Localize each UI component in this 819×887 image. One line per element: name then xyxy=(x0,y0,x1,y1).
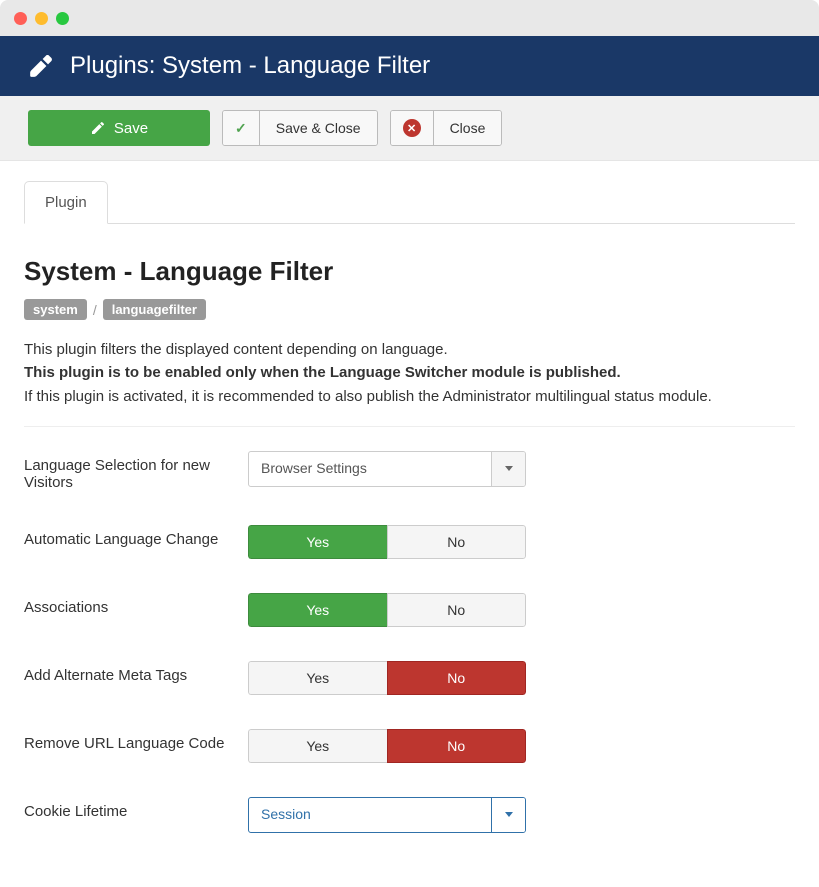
check-icon: ✓ xyxy=(223,111,260,145)
close-icon: ✕ xyxy=(391,111,434,145)
save-button-label: Save xyxy=(114,120,148,137)
field-cookie-lifetime: Cookie Lifetime Session xyxy=(24,797,795,833)
toggle-associations-no[interactable]: No xyxy=(387,593,527,627)
desc-line-3: If this plugin is activated, it is recom… xyxy=(24,385,795,408)
toggle-auto-change: Yes No xyxy=(248,525,526,559)
plugin-description: This plugin filters the displayed conten… xyxy=(24,338,795,408)
close-button[interactable]: ✕ Close xyxy=(390,110,503,146)
field-remove-url: Remove URL Language Code Yes No xyxy=(24,729,795,763)
breadcrumb-badges: system / languagefilter xyxy=(24,299,795,320)
select-language-selection-value: Browser Settings xyxy=(249,452,491,486)
toggle-auto-change-yes[interactable]: Yes xyxy=(248,525,387,559)
desc-line-1: This plugin filters the displayed conten… xyxy=(24,338,795,361)
badge-folder: system xyxy=(24,299,87,320)
window-titlebar xyxy=(0,0,819,36)
label-language-selection: Language Selection for new Visitors xyxy=(24,451,248,491)
window-close-button[interactable] xyxy=(14,12,27,25)
toggle-alt-meta: Yes No xyxy=(248,661,526,695)
field-auto-change: Automatic Language Change Yes No xyxy=(24,525,795,559)
toggle-alt-meta-yes[interactable]: Yes xyxy=(248,661,387,695)
toggle-auto-change-no[interactable]: No xyxy=(387,525,527,559)
toggle-associations-yes[interactable]: Yes xyxy=(248,593,387,627)
save-close-label[interactable]: Save & Close xyxy=(260,111,377,145)
select-language-selection[interactable]: Browser Settings xyxy=(248,451,526,487)
toggle-associations: Yes No xyxy=(248,593,526,627)
content-area: Plugin System - Language Filter system /… xyxy=(0,161,819,887)
toggle-remove-url: Yes No xyxy=(248,729,526,763)
toggle-remove-url-no[interactable]: No xyxy=(387,729,527,763)
badge-element: languagefilter xyxy=(103,299,206,320)
save-button[interactable]: Save xyxy=(28,110,210,146)
page-header-title: Plugins: System - Language Filter xyxy=(70,52,430,80)
window-minimize-button[interactable] xyxy=(35,12,48,25)
plugin-title: System - Language Filter xyxy=(24,256,795,287)
divider xyxy=(24,426,795,427)
tab-bar: Plugin xyxy=(24,181,795,224)
toolbar: Save ✓ Save & Close ✕ Close xyxy=(0,96,819,161)
plug-icon xyxy=(28,53,54,79)
toggle-alt-meta-no[interactable]: No xyxy=(387,661,527,695)
window-maximize-button[interactable] xyxy=(56,12,69,25)
label-alt-meta: Add Alternate Meta Tags xyxy=(24,661,248,684)
close-label[interactable]: Close xyxy=(434,111,502,145)
pencil-icon xyxy=(90,120,106,136)
field-alt-meta: Add Alternate Meta Tags Yes No xyxy=(24,661,795,695)
select-cookie-lifetime-value: Session xyxy=(249,798,491,832)
badge-separator: / xyxy=(93,302,97,318)
desc-line-2: This plugin is to be enabled only when t… xyxy=(24,364,621,381)
save-close-button[interactable]: ✓ Save & Close xyxy=(222,110,378,146)
label-auto-change: Automatic Language Change xyxy=(24,525,248,548)
field-associations: Associations Yes No xyxy=(24,593,795,627)
label-associations: Associations xyxy=(24,593,248,616)
chevron-down-icon[interactable] xyxy=(491,798,525,832)
toggle-remove-url-yes[interactable]: Yes xyxy=(248,729,387,763)
select-cookie-lifetime[interactable]: Session xyxy=(248,797,526,833)
page-header: Plugins: System - Language Filter xyxy=(0,36,819,96)
label-remove-url: Remove URL Language Code xyxy=(24,729,248,752)
tab-plugin[interactable]: Plugin xyxy=(24,181,108,224)
field-language-selection: Language Selection for new Visitors Brow… xyxy=(24,451,795,491)
chevron-down-icon[interactable] xyxy=(491,452,525,486)
label-cookie-lifetime: Cookie Lifetime xyxy=(24,797,248,820)
